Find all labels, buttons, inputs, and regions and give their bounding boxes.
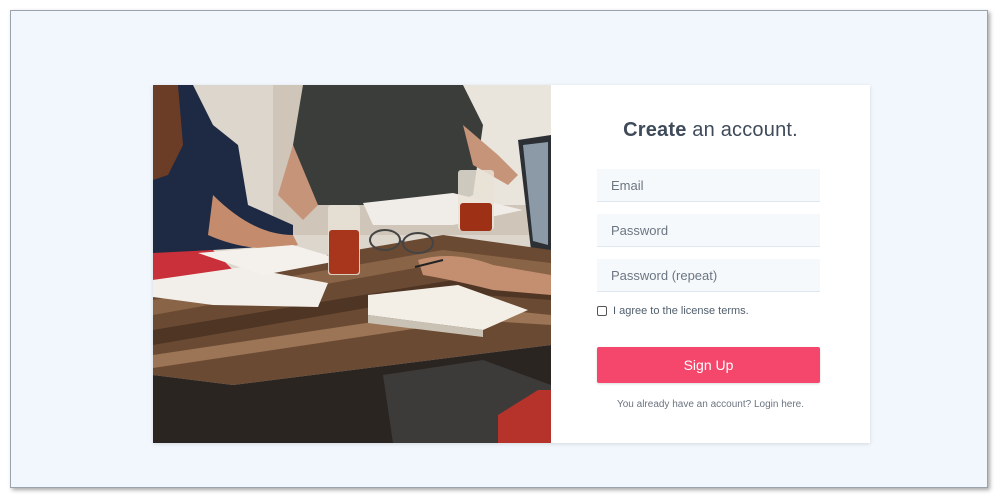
register-card: Create an account. I agree to the licens… [153,85,870,443]
license-agree-label: I agree to the license terms. [613,305,749,317]
signup-button[interactable]: Sign Up [597,347,820,383]
login-link[interactable]: Login here. [754,399,804,410]
page-frame: Create an account. I agree to the licens… [10,10,988,488]
login-prompt: You already have an account? Login here. [551,399,870,410]
hero-photo [153,85,551,443]
form-title-bold: Create [623,119,687,141]
email-field[interactable] [597,169,820,202]
password-repeat-field[interactable] [597,259,820,292]
license-agree-row[interactable]: I agree to the license terms. [597,305,749,317]
license-checkbox[interactable] [597,306,607,316]
password-field[interactable] [597,214,820,247]
register-form: Create an account. I agree to the licens… [551,85,870,443]
form-title-rest: an account. [686,119,798,141]
login-prompt-text: You already have an account? [616,399,754,410]
table-scene-image [153,85,551,443]
form-title: Create an account. [551,119,870,142]
